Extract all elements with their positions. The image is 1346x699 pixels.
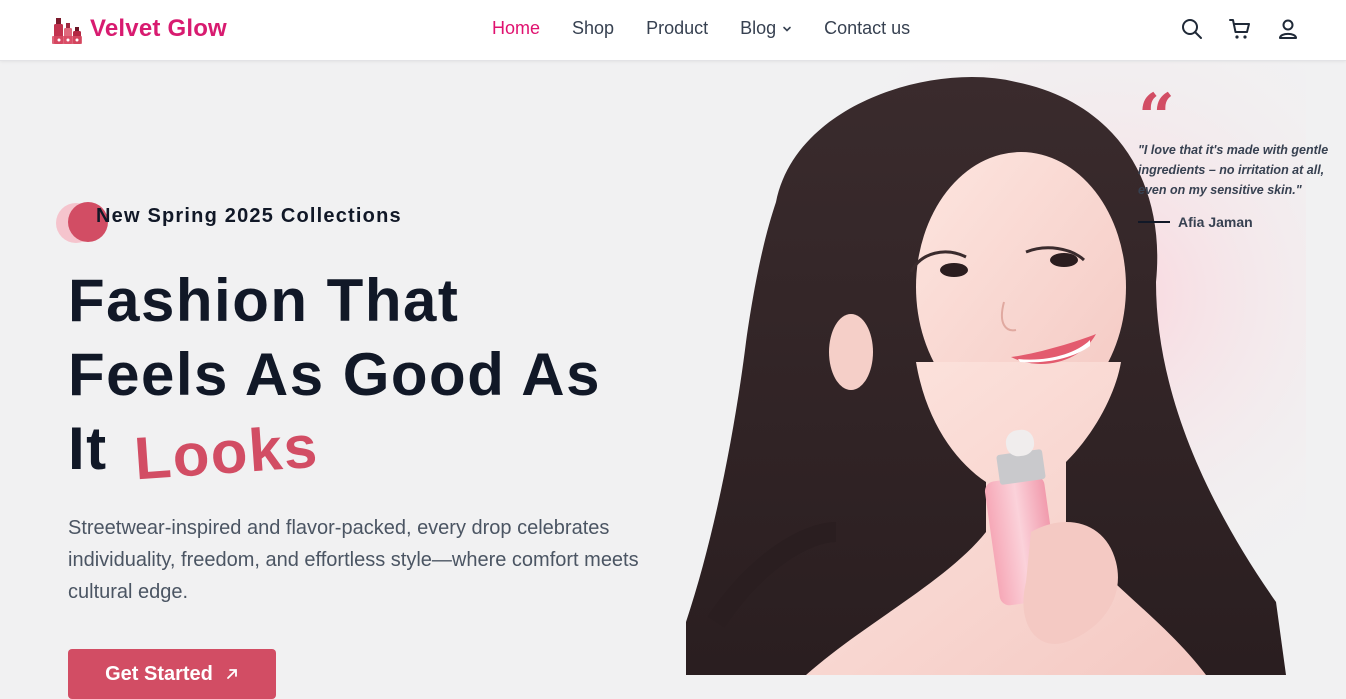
search-icon[interactable] bbox=[1180, 17, 1204, 41]
nav-item-product[interactable]: Product bbox=[646, 18, 708, 39]
quote-icon: “ bbox=[1138, 80, 1175, 155]
headline-line-1: Fashion That bbox=[68, 267, 460, 334]
headline-line-2: Feels As Good As bbox=[68, 341, 602, 408]
testimonial-author-name: Afia Jaman bbox=[1178, 214, 1253, 230]
collection-tagline: New Spring 2025 Collections bbox=[96, 205, 402, 227]
testimonial-quote: "I love that it's made with gentle ingre… bbox=[1138, 143, 1329, 197]
header-actions bbox=[1180, 17, 1324, 41]
headline-accent-word: Looks bbox=[131, 412, 321, 493]
headline-line-3: It Looks bbox=[68, 412, 601, 493]
arrow-up-right-icon bbox=[227, 669, 237, 679]
user-icon[interactable] bbox=[1276, 17, 1300, 41]
testimonial-author: Afia Jaman bbox=[1138, 214, 1338, 230]
author-divider bbox=[1138, 221, 1170, 223]
main-nav: Home Shop Product Blog Contact us bbox=[492, 18, 942, 39]
nav-item-shop[interactable]: Shop bbox=[572, 18, 614, 39]
hero-description: Streetwear-inspired and flavor-packed, e… bbox=[68, 517, 639, 603]
testimonial-card: “ "I love that it's made with gentle ing… bbox=[1138, 80, 1338, 230]
nav-item-contact[interactable]: Contact us bbox=[824, 18, 910, 39]
cart-icon[interactable] bbox=[1228, 17, 1252, 41]
hero-headline: Fashion That Feels As Good As It Looks bbox=[68, 264, 602, 493]
brand-name: Velvet Glow bbox=[90, 15, 227, 42]
chevron-down-icon bbox=[783, 26, 791, 32]
nav-item-blog[interactable]: Blog bbox=[740, 18, 792, 39]
cosmetics-logo-icon bbox=[52, 18, 82, 44]
brand-logo[interactable]: Velvet Glow bbox=[50, 12, 227, 46]
top-navbar: Velvet Glow Home Shop Product Blog Conta… bbox=[0, 0, 1346, 61]
get-started-button[interactable]: Get Started bbox=[68, 649, 276, 699]
headline-word-it: It bbox=[68, 415, 108, 482]
hero-section: New Spring 2025 Collections Fashion That… bbox=[0, 62, 1346, 699]
nav-item-home[interactable]: Home bbox=[492, 18, 540, 39]
nav-item-blog-label: Blog bbox=[740, 18, 777, 38]
get-started-label: Get Started bbox=[105, 662, 213, 685]
